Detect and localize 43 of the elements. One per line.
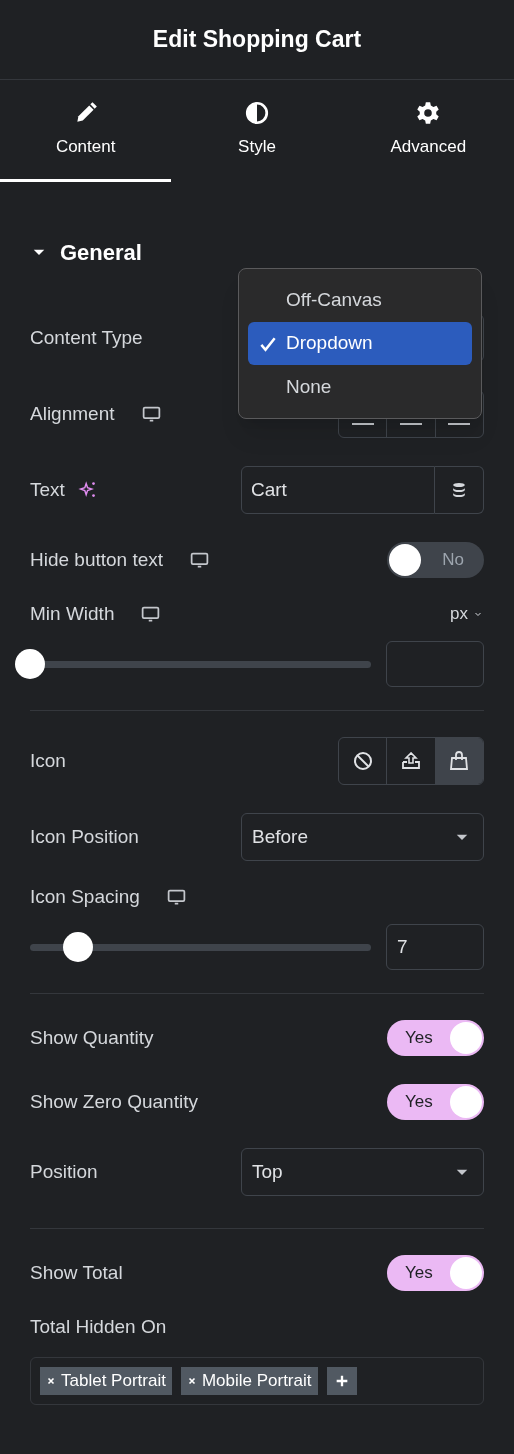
select-field[interactable]: Before: [241, 813, 484, 861]
control-label: Hide button text: [30, 547, 164, 572]
toggle-switch[interactable]: Yes: [387, 1020, 484, 1056]
tags-field[interactable]: Tablet Portrait Mobile Portrait: [30, 1357, 484, 1405]
toggle-switch[interactable]: Yes: [387, 1255, 484, 1291]
icon-option[interactable]: [434, 738, 483, 784]
control-label: Show Quantity: [30, 1025, 154, 1050]
control-label: Total Hidden On: [30, 1314, 167, 1339]
add-button[interactable]: [326, 1367, 357, 1395]
remove-icon[interactable]: [186, 1376, 197, 1386]
tag[interactable]: Mobile Portrait: [180, 1367, 318, 1395]
text-field[interactable]: Cart: [241, 466, 435, 514]
slider-thumb[interactable]: [62, 932, 93, 962]
menu-item[interactable]: Off-Canvas: [248, 278, 472, 322]
control-label: Alignment: [30, 401, 115, 426]
contrast-icon: [244, 99, 270, 126]
unit-select[interactable]: px: [450, 601, 484, 627]
control-label: Icon: [30, 748, 66, 773]
control-label: Content Type: [30, 325, 143, 350]
tab[interactable]: Style: [171, 80, 343, 182]
control-label: Show Total: [30, 1260, 123, 1285]
control-label: Position: [30, 1159, 98, 1184]
control-label: Show Zero Quantity: [30, 1089, 198, 1114]
control-label: Icon Spacing: [30, 884, 140, 909]
control-label: Text: [30, 477, 65, 502]
tab[interactable]: Content: [0, 80, 172, 182]
control-label: Icon Position: [30, 824, 139, 849]
dynamic-tags-button[interactable]: [435, 466, 484, 514]
toggle-switch[interactable]: No: [387, 542, 484, 578]
control-label: Min Width: [30, 601, 115, 626]
slider-thumb[interactable]: [15, 649, 45, 679]
tag[interactable]: Tablet Portrait: [40, 1367, 172, 1395]
menu-item[interactable]: None: [248, 365, 472, 409]
panel-title: Edit Shopping Cart: [152, 25, 362, 55]
remove-icon[interactable]: [46, 1376, 56, 1386]
select-field[interactable]: Top: [241, 1148, 484, 1196]
number-field[interactable]: 7: [386, 924, 484, 970]
tab[interactable]: Advanced: [342, 80, 514, 182]
number-field[interactable]: [386, 641, 484, 687]
menu-item[interactable]: Dropdown: [248, 321, 472, 366]
section-header[interactable]: General: [30, 232, 142, 272]
settings-icon: [415, 99, 442, 126]
toggle-switch[interactable]: Yes: [387, 1084, 484, 1120]
